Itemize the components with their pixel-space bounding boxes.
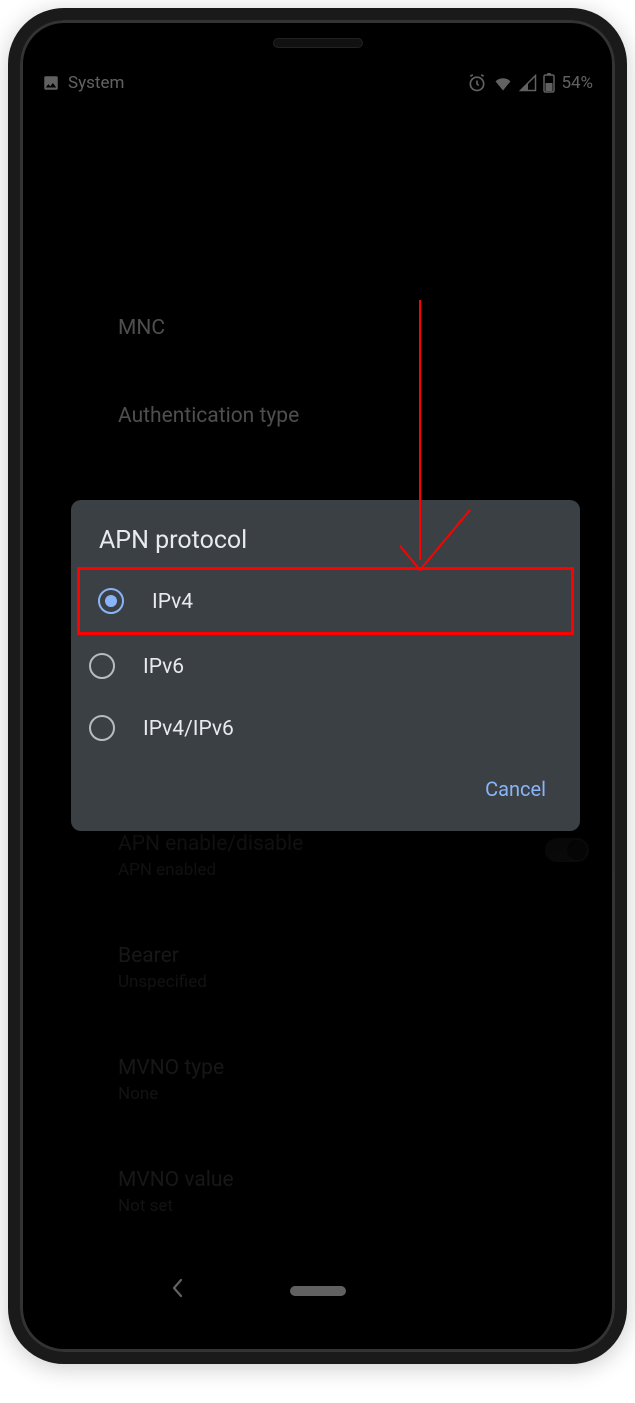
- option-ipv4-ipv6[interactable]: IPv4/IPv6: [71, 697, 580, 759]
- option-ipv6[interactable]: IPv6: [71, 635, 580, 697]
- option-label: IPv4/IPv6: [143, 716, 234, 741]
- cancel-button[interactable]: Cancel: [479, 767, 552, 811]
- dialog-title: APN protocol: [71, 526, 580, 567]
- speaker-grille: [273, 38, 363, 48]
- radio-unselected-icon: [89, 653, 115, 679]
- option-ipv4[interactable]: IPv4: [77, 567, 574, 635]
- phone-frame: System 54%: [8, 8, 627, 1364]
- option-label: IPv4: [152, 589, 193, 614]
- radio-selected-icon: [98, 588, 124, 614]
- radio-unselected-icon: [89, 715, 115, 741]
- option-label: IPv6: [143, 654, 184, 679]
- apn-protocol-dialog: APN protocol IPv4 IPv6 IPv4/IPv6 Cancel: [71, 500, 580, 831]
